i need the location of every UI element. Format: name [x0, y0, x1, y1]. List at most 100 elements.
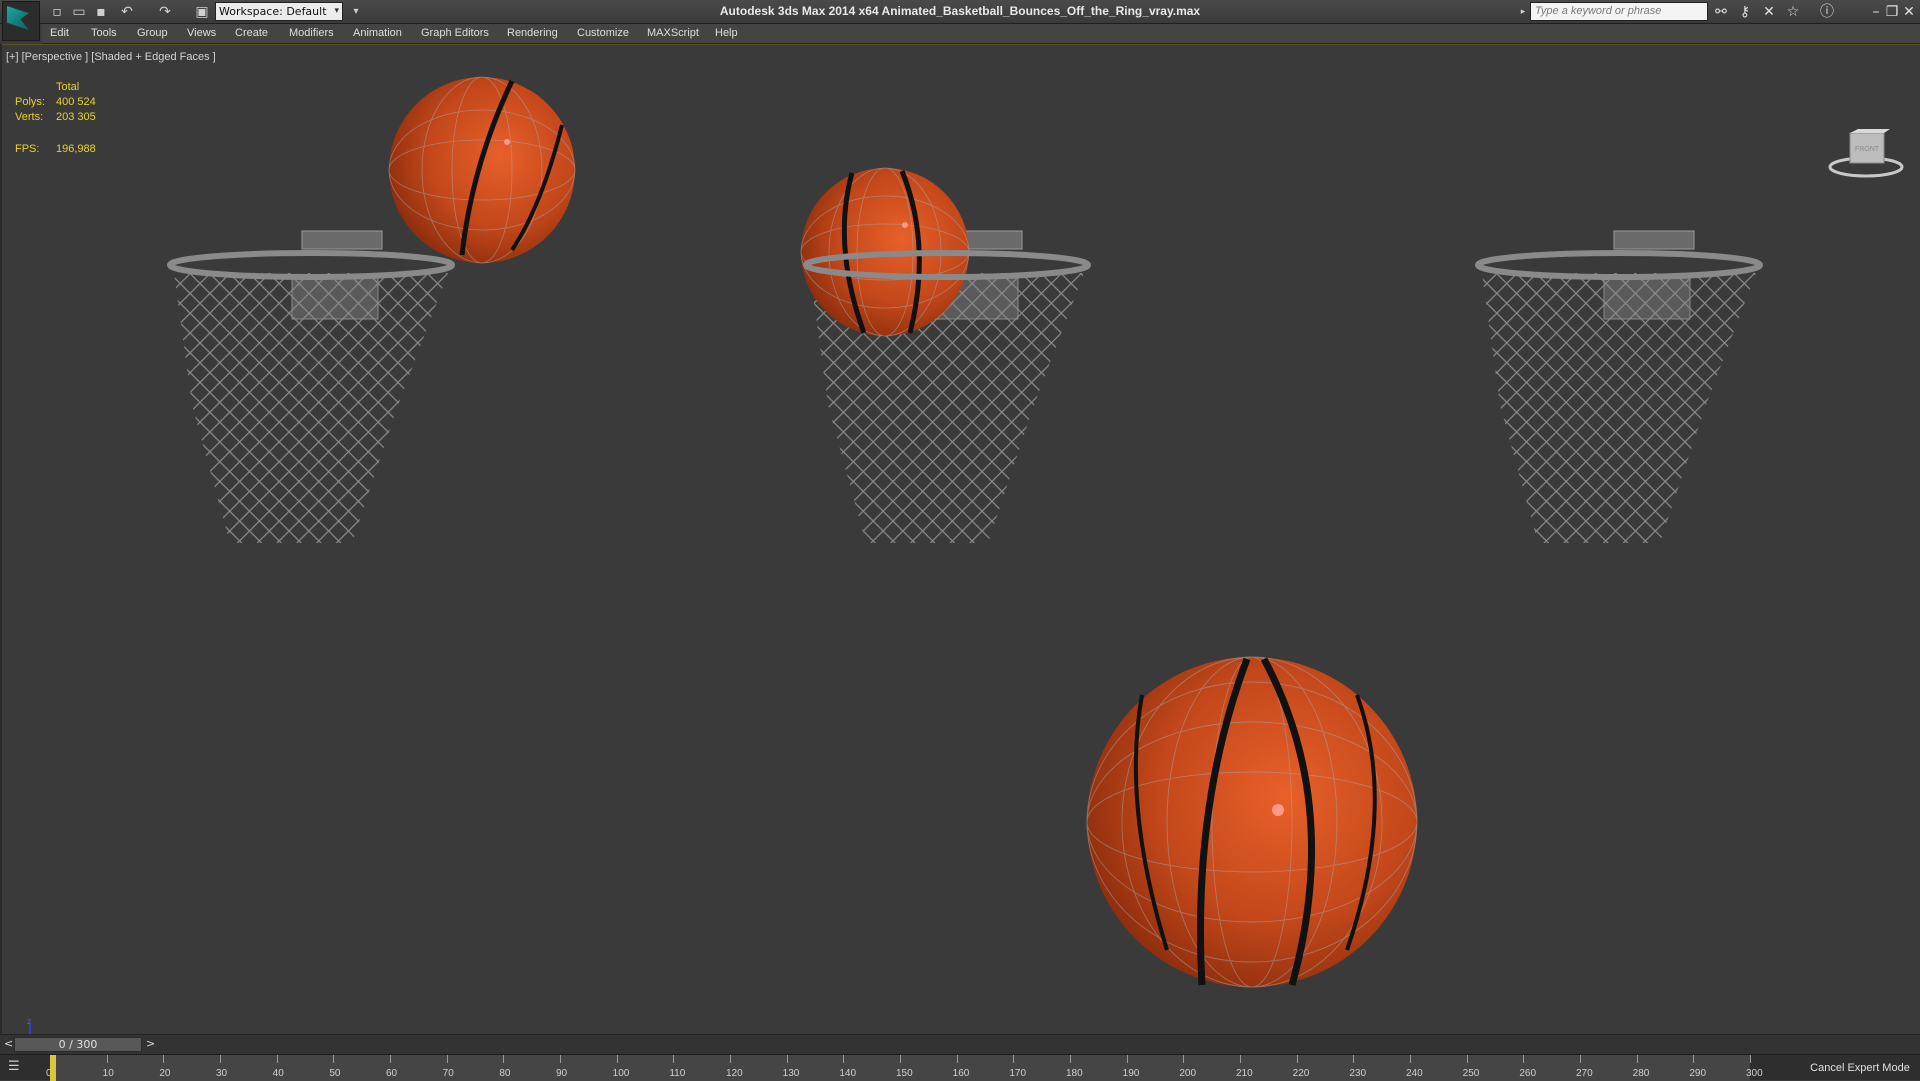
- timeline-tick-mark: [1296, 1055, 1298, 1063]
- timeline-tick-label: 180: [1066, 1068, 1083, 1079]
- timeline-tick-label: 50: [329, 1068, 341, 1079]
- time-marker[interactable]: [50, 1055, 56, 1081]
- x-icon[interactable]: ✕: [1759, 2, 1779, 22]
- menu-create[interactable]: Create: [235, 27, 268, 39]
- viewcube-face-label: FRONT: [1855, 146, 1880, 153]
- menu-customize[interactable]: Customize: [577, 27, 629, 39]
- timeline-tick-label: 70: [442, 1068, 454, 1079]
- menu-help[interactable]: Help: [715, 27, 738, 39]
- timeline-tick-mark: [673, 1055, 675, 1063]
- menu-tools[interactable]: Tools: [91, 27, 117, 39]
- menu-edit[interactable]: Edit: [50, 27, 69, 39]
- timeline-tick-mark: [786, 1055, 788, 1063]
- timeline-tick-mark: [1013, 1055, 1015, 1063]
- frame-counter[interactable]: 0 / 300: [14, 1037, 142, 1052]
- timeline-tick-label: 300: [1746, 1068, 1763, 1079]
- menu-rendering[interactable]: Rendering: [507, 27, 558, 39]
- basketball-foreground[interactable]: [1086, 656, 1418, 988]
- basketball-top-left[interactable]: [388, 76, 576, 264]
- time-slider-next[interactable]: >: [146, 1037, 155, 1050]
- timeline-tick-label: 30: [216, 1068, 228, 1079]
- timeline-tick-mark: [900, 1055, 901, 1063]
- basketball-hoop-right[interactable]: [1475, 230, 1763, 543]
- timeline-tick-mark: [446, 1055, 448, 1063]
- timeline-tick-mark: [1126, 1055, 1128, 1063]
- timeline-tick-label: 290: [1689, 1068, 1707, 1079]
- curve-editor-icon[interactable]: ☰: [8, 1059, 32, 1077]
- timeline-tick-label: 240: [1406, 1068, 1423, 1079]
- timeline-tick-label: 80: [499, 1068, 511, 1079]
- menu-bar: Edit Tools Group Views Create Modifiers …: [42, 24, 1920, 44]
- timeline-tick-label: 20: [159, 1068, 171, 1079]
- key-icon[interactable]: ⚷: [1735, 2, 1755, 22]
- stats-verts-value: 203 305: [56, 111, 96, 123]
- timeline-tick-label: 110: [669, 1068, 686, 1079]
- timeline-tick-mark: [106, 1055, 108, 1063]
- timeline-tick-mark: [1750, 1055, 1751, 1063]
- timeline-tick-mark: [390, 1055, 391, 1063]
- menu-group[interactable]: Group: [137, 27, 168, 39]
- timeline-tick-mark: [1353, 1055, 1355, 1063]
- title-bar: ▫ ▭ ▪ ↶ ↷ ▣ Workspace: Default ▾ ▾ Autod…: [0, 0, 1920, 41]
- timeline-tick-mark: [1580, 1055, 1581, 1063]
- timeline-tick-label: 260: [1519, 1068, 1537, 1079]
- timeline-tick-mark: [843, 1055, 845, 1063]
- timeline-tick-mark: [616, 1055, 618, 1063]
- timeline-tick-mark: [1183, 1055, 1185, 1063]
- stats-fps-label: FPS:: [15, 143, 40, 155]
- timeline-tick-label: 160: [952, 1068, 970, 1079]
- stats-polys-value: 400 524: [56, 96, 96, 108]
- timeline-tick-label: 170: [1009, 1068, 1027, 1079]
- timeline-tick-label: 130: [782, 1068, 800, 1079]
- timeline-tick-mark: [1693, 1055, 1695, 1063]
- timeline-tick-mark: [1523, 1055, 1525, 1063]
- perspective-viewport[interactable]: [+] [Perspective ] [Shaded + Edged Faces…: [2, 44, 1920, 1051]
- timeline-tick-label: 200: [1179, 1068, 1197, 1079]
- scene-render: [167, 76, 1763, 988]
- timeline-tick-label: 150: [896, 1068, 913, 1079]
- timeline-tick-mark: [730, 1055, 731, 1063]
- time-slider[interactable]: < 0 / 300 >: [0, 1034, 1920, 1054]
- timeline-ruler[interactable]: 0 10 20 30 40 50 60 70 80 90 100 110 120 130 140 150 160…: [46, 1055, 1763, 1081]
- stats-total-label: Total: [56, 81, 80, 93]
- search-input[interactable]: Type a keyword or phrase: [1530, 2, 1708, 21]
- timeline-tick-mark: [1636, 1055, 1638, 1063]
- stats-fps-value: 196,988: [56, 143, 96, 155]
- timeline-tick-label: 60: [386, 1068, 398, 1079]
- stats-verts-label: Verts:: [15, 111, 44, 123]
- menu-views[interactable]: Views: [187, 27, 216, 39]
- timeline-tick-mark: [1410, 1055, 1411, 1063]
- timeline-tick-mark: [1466, 1055, 1468, 1063]
- timeline-tick-label: 250: [1462, 1068, 1480, 1079]
- timeline-tick-label: 280: [1632, 1068, 1650, 1079]
- track-bar[interactable]: ☰ 0 10 20 30 40 50 60 70 80 90 100 110 120 130 140 150 1…: [0, 1054, 1920, 1081]
- timeline-tick-mark: [503, 1055, 505, 1063]
- menu-animation[interactable]: Animation: [353, 27, 402, 39]
- menu-maxscript[interactable]: MAXScript: [647, 27, 699, 39]
- timeline-tick-mark: [1070, 1055, 1071, 1063]
- timeline-tick-label: 210: [1236, 1068, 1253, 1079]
- timeline-tick-label: 220: [1292, 1068, 1310, 1079]
- timeline-tick-mark: [220, 1055, 221, 1063]
- star-icon[interactable]: ☆: [1783, 2, 1803, 22]
- cancel-expert-mode-button[interactable]: Cancel Expert Mode: [1800, 1055, 1920, 1081]
- viewcube[interactable]: FRONT: [1828, 129, 1904, 179]
- basketball-hoop-left[interactable]: [167, 230, 455, 543]
- timeline-tick-label: 120: [726, 1068, 743, 1079]
- viewport-label[interactable]: [+] [Perspective ] [Shaded + Edged Faces…: [6, 51, 216, 63]
- menu-modifiers[interactable]: Modifiers: [289, 27, 334, 39]
- timeline-tick-mark: [276, 1055, 278, 1063]
- menu-graph-editors[interactable]: Graph Editors: [421, 27, 489, 39]
- timeline-tick-label: 140: [839, 1068, 857, 1079]
- axis-z-label: z: [27, 1019, 31, 1026]
- close-icon[interactable]: ✕: [1899, 2, 1919, 22]
- timeline-tick-mark: [560, 1055, 561, 1063]
- timeline-tick-mark: [333, 1055, 335, 1063]
- help-icon[interactable]: ⓘ: [1817, 2, 1837, 22]
- binoculars-icon[interactable]: ⚯: [1711, 2, 1731, 22]
- timeline-tick-mark: [956, 1055, 958, 1063]
- timeline-tick-label: 100: [612, 1068, 630, 1079]
- timeline-tick-label: 90: [556, 1068, 568, 1079]
- time-slider-prev[interactable]: <: [4, 1037, 13, 1050]
- timeline-tick-label: 270: [1576, 1068, 1593, 1079]
